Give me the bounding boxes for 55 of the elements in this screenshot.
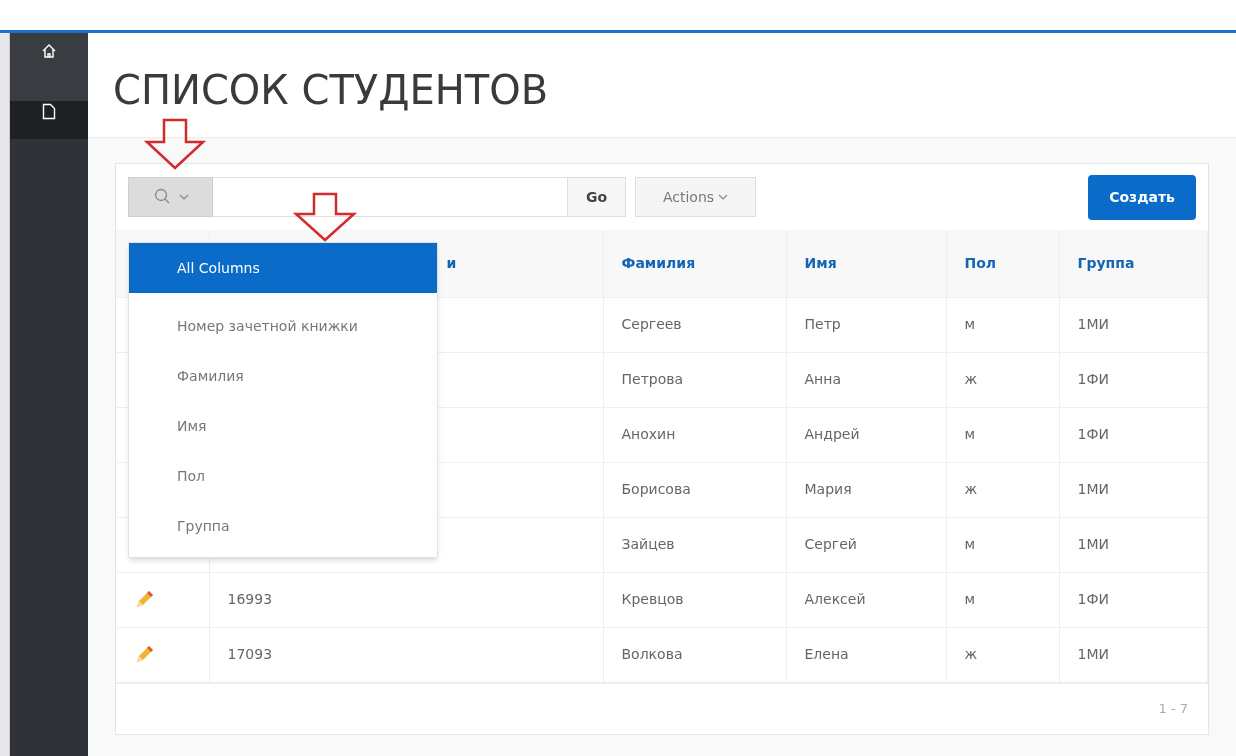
table-cell: Алексей bbox=[804, 591, 866, 607]
page-icon bbox=[42, 103, 56, 120]
table-cell: 16993 bbox=[227, 591, 273, 607]
caret-icon bbox=[718, 194, 729, 200]
actions-button[interactable]: Actions bbox=[635, 177, 756, 217]
table-cell: м bbox=[964, 316, 976, 332]
menu-item[interactable]: Пол bbox=[129, 451, 437, 501]
table-cell: 1ФИ bbox=[1077, 591, 1109, 607]
menu-item[interactable]: Номер зачетной книжки bbox=[129, 301, 437, 351]
table-cell: 1МИ bbox=[1077, 536, 1109, 552]
table-cell: 1МИ bbox=[1077, 316, 1109, 332]
table-cell: м bbox=[964, 591, 976, 607]
table-cell: Кревцов bbox=[621, 591, 684, 607]
table-cell: 1ФИ bbox=[1077, 426, 1109, 442]
pagination-text: 1 - 7 bbox=[1158, 700, 1188, 719]
search-column-button[interactable] bbox=[128, 177, 213, 217]
sidebar-item[interactable] bbox=[10, 101, 88, 139]
table-cell: м bbox=[964, 536, 976, 552]
down-arrow-icon bbox=[144, 118, 206, 170]
table-cell: Волкова bbox=[621, 646, 683, 663]
table-cell: Елена bbox=[804, 646, 849, 663]
table-cell: Мария bbox=[804, 481, 852, 497]
table-cell: ж bbox=[964, 481, 978, 497]
menu-item[interactable]: Фамилия bbox=[129, 351, 437, 401]
column-header[interactable]: Фамилия bbox=[621, 254, 696, 271]
table-cell: Анохин bbox=[621, 426, 676, 442]
table-cell: ж bbox=[964, 371, 978, 387]
table-cell: Петрова bbox=[621, 371, 684, 387]
create-button[interactable]: Создать bbox=[1088, 174, 1196, 220]
column-header[interactable]: Группа bbox=[1077, 254, 1135, 271]
down-arrow-icon bbox=[292, 192, 358, 242]
menu-item[interactable]: All Columns bbox=[129, 243, 437, 293]
table-cell: Зайцев bbox=[621, 536, 675, 552]
column-header[interactable]: и bbox=[446, 254, 457, 271]
menu-item[interactable]: Группа bbox=[129, 501, 437, 551]
table-cell: 17093 bbox=[227, 646, 273, 663]
menu-item[interactable]: Имя bbox=[129, 401, 437, 451]
column-header[interactable]: Пол bbox=[964, 254, 997, 271]
table-cell: Анна bbox=[804, 371, 841, 387]
column-header[interactable]: Имя bbox=[804, 254, 837, 271]
table-cell: Петр bbox=[804, 316, 841, 332]
table-cell: м bbox=[964, 426, 976, 442]
table-cell: Сергей bbox=[804, 536, 857, 552]
page-title: СПИСОК СТУДЕНТОВ bbox=[113, 70, 549, 110]
go-button[interactable]: Go bbox=[568, 177, 626, 217]
table-cell: 1МИ bbox=[1077, 481, 1109, 497]
home-icon bbox=[41, 43, 57, 59]
table-cell: 1ФИ bbox=[1077, 371, 1109, 387]
table-cell: Андрей bbox=[804, 426, 860, 442]
caret-icon bbox=[178, 194, 189, 200]
table-cell: Борисова bbox=[621, 481, 691, 497]
table-cell: Сергеев bbox=[621, 316, 682, 332]
table-cell: ж bbox=[964, 646, 978, 663]
table-cell: 1МИ bbox=[1077, 646, 1109, 663]
search-field[interactable] bbox=[213, 177, 568, 217]
